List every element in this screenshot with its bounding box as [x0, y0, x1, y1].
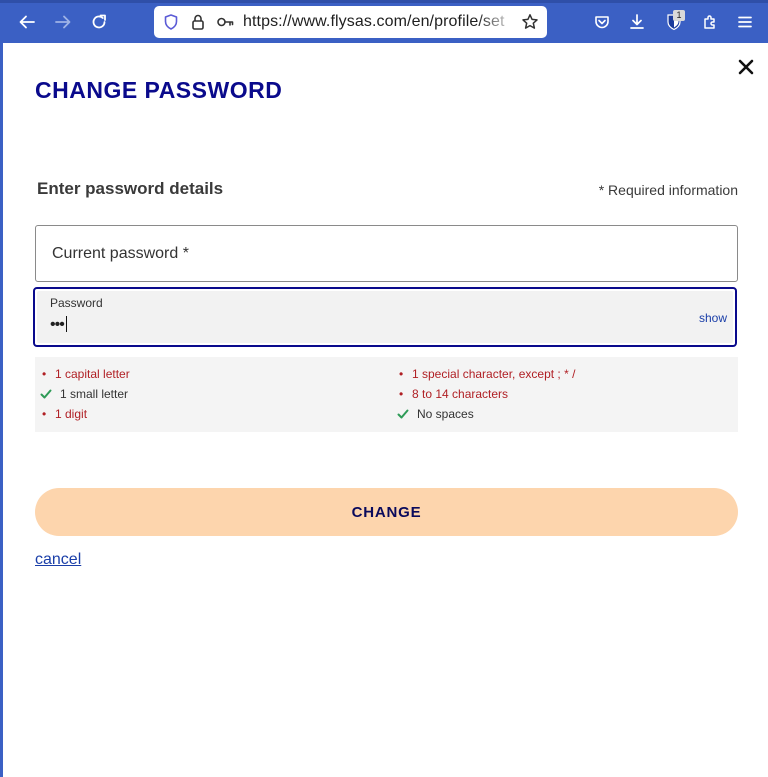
menu-icon[interactable]	[731, 8, 759, 36]
shield-icon[interactable]	[162, 13, 180, 31]
rule-length: • 8 to 14 characters	[392, 387, 508, 401]
rule-capital-letter: • 1 capital letter	[35, 367, 130, 381]
rule-no-spaces: No spaces	[397, 407, 474, 421]
window-edge	[0, 43, 3, 777]
bullet-icon: •	[42, 367, 47, 381]
new-password-field[interactable]: Password ••• show	[33, 287, 737, 347]
change-button[interactable]: CHANGE	[35, 488, 738, 536]
key-icon[interactable]	[216, 13, 234, 31]
rule-text: 1 capital letter	[55, 367, 130, 381]
checkmark-icon	[40, 388, 54, 400]
url-fade	[477, 6, 517, 38]
forward-arrow-icon[interactable]	[49, 8, 77, 36]
show-password-toggle[interactable]: show	[699, 311, 727, 325]
extensions-icon[interactable]	[696, 8, 724, 36]
rule-small-letter: 1 small letter	[40, 387, 128, 401]
new-password-value[interactable]: •••	[50, 316, 67, 334]
star-icon[interactable]	[521, 13, 539, 31]
extension-badge: 1	[673, 10, 685, 21]
page-title: CHANGE PASSWORD	[35, 77, 283, 103]
bullet-icon: •	[399, 367, 404, 381]
pocket-icon[interactable]	[588, 8, 616, 36]
current-password-label: Current password *	[52, 245, 189, 262]
browser-toolbar: https://www.flysas.com/en/profile/set 1	[0, 0, 768, 43]
text-caret	[65, 316, 67, 332]
checkmark-icon	[397, 408, 411, 420]
close-icon[interactable]	[735, 56, 757, 78]
new-password-label: Password	[50, 296, 103, 310]
required-note: * Required information	[598, 182, 738, 198]
back-arrow-icon[interactable]	[13, 8, 41, 36]
address-bar[interactable]: https://www.flysas.com/en/profile/set	[154, 6, 547, 38]
reload-icon[interactable]	[85, 8, 113, 36]
toolbar-top-line	[0, 0, 768, 3]
password-requirements: • 1 capital letter • 1 special character…	[35, 357, 738, 432]
cancel-link[interactable]: cancel	[35, 551, 81, 569]
new-password-input-bg	[37, 291, 733, 343]
rule-digit: • 1 digit	[35, 407, 87, 421]
current-password-field[interactable]: Current password *	[35, 225, 738, 282]
rule-text: 1 small letter	[60, 387, 129, 401]
new-password-dots: •••	[50, 316, 65, 333]
bullet-icon: •	[42, 407, 47, 421]
download-icon[interactable]	[623, 8, 651, 36]
section-subtitle: Enter password details	[37, 179, 224, 198]
bullet-icon: •	[399, 387, 404, 401]
lock-icon[interactable]	[189, 13, 207, 31]
rule-special-character: • 1 special character, except ; * /	[392, 367, 575, 381]
url-text[interactable]: https://www.flysas.com/en/profile/set	[243, 13, 505, 31]
rule-text: 1 special character, except ; * /	[412, 367, 576, 381]
rule-text: 8 to 14 characters	[412, 387, 509, 401]
rule-text: 1 digit	[55, 407, 88, 421]
rule-text: No spaces	[417, 407, 474, 421]
